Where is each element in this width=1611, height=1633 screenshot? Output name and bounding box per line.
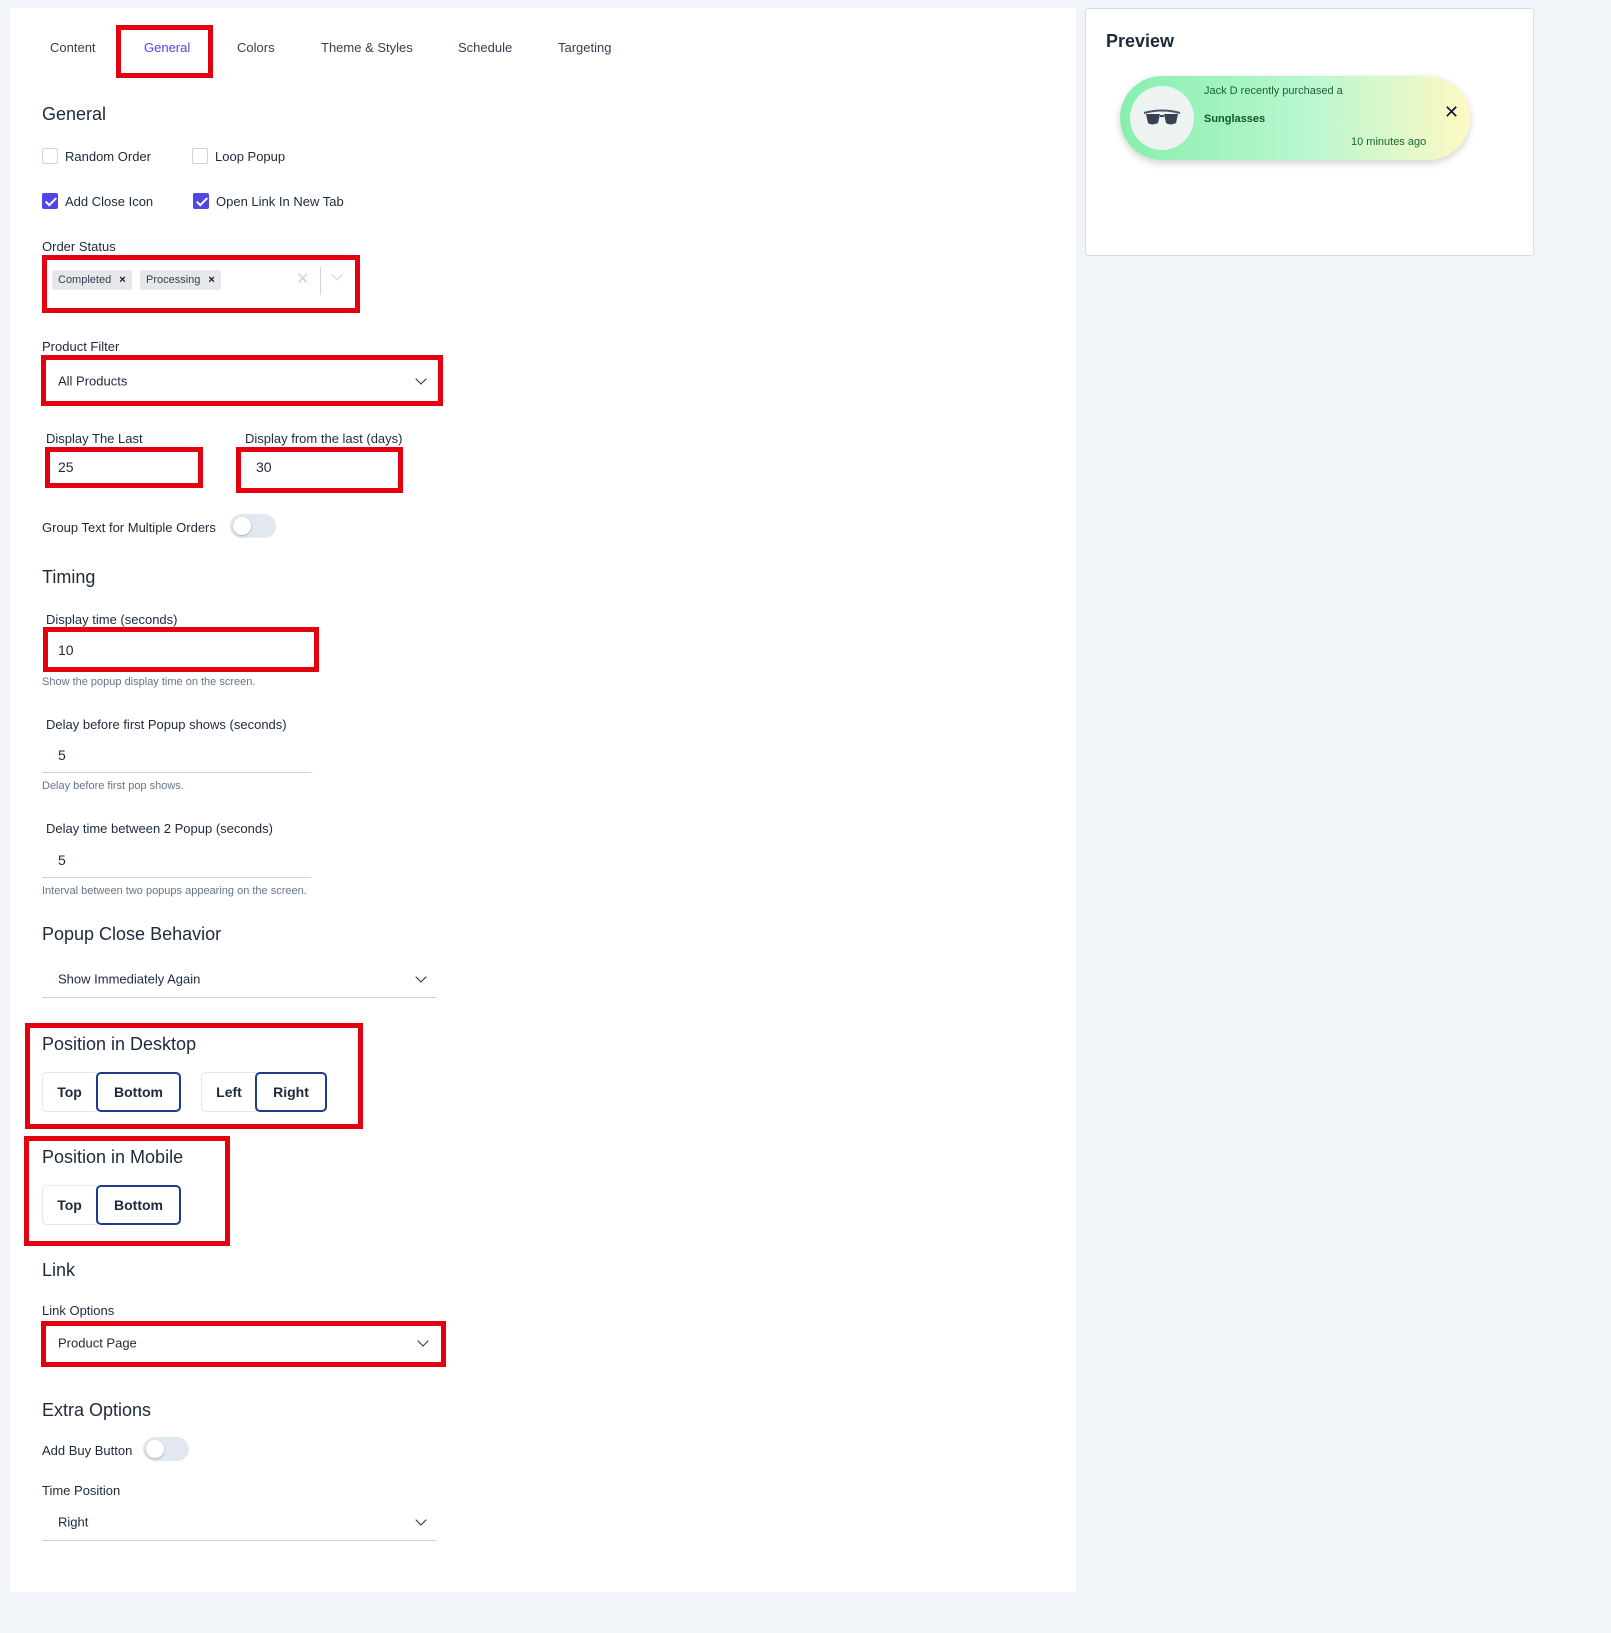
product-filter-label: Product Filter <box>42 339 120 354</box>
chevron-down-icon[interactable] <box>331 269 343 281</box>
display-time-help: Show the popup display time on the scree… <box>42 676 256 688</box>
section-title-position-mobile: Position in Mobile <box>42 1147 184 1167</box>
close-behavior-value: Show Immediately Again <box>58 971 201 986</box>
tab-colors[interactable]: Colors <box>237 40 275 55</box>
display-last-input[interactable]: 25 <box>50 452 196 482</box>
tab-content[interactable]: Content <box>50 40 96 55</box>
time-position-value: Right <box>58 1514 89 1529</box>
sunglasses-icon <box>1143 109 1181 125</box>
loop-popup-label: Loop Popup <box>215 149 286 164</box>
delay-first-input[interactable]: 5 <box>42 737 311 773</box>
open-link-new-tab-checkbox[interactable] <box>193 193 209 209</box>
display-time-label: Display time (seconds) <box>46 612 178 627</box>
random-order-label: Random Order <box>65 149 151 164</box>
display-time-value: 10 <box>58 642 74 658</box>
remove-chip-icon[interactable]: × <box>119 274 125 286</box>
delay-first-help: Delay before first pop shows. <box>42 780 184 792</box>
close-icon[interactable]: ✕ <box>1444 102 1459 123</box>
desktop-right-button[interactable]: Right <box>255 1072 327 1112</box>
display-days-value: 30 <box>256 459 272 475</box>
display-days-input[interactable]: 30 <box>246 452 399 482</box>
section-title-close-behavior: Popup Close Behavior <box>42 924 222 944</box>
popup-product[interactable]: Sunglasses <box>1204 113 1265 125</box>
tab-schedule[interactable]: Schedule <box>458 40 512 55</box>
popup-time: 10 minutes ago <box>1351 136 1427 148</box>
delay-first-label: Delay before first Popup shows (seconds) <box>46 717 287 732</box>
popup-notification[interactable]: Jack D recently purchased a Sunglasses 1… <box>1120 76 1470 160</box>
delay-between-help: Interval between two popups appearing on… <box>42 885 307 897</box>
section-title-extra-options: Extra Options <box>42 1400 152 1420</box>
chevron-down-icon <box>417 1335 429 1347</box>
delay-between-label: Delay time between 2 Popup (seconds) <box>46 821 273 836</box>
desktop-left-button[interactable]: Left <box>201 1072 257 1112</box>
remove-chip-icon[interactable]: × <box>208 274 214 286</box>
clear-icon[interactable]: ✕ <box>296 269 309 289</box>
group-text-toggle[interactable] <box>230 514 276 538</box>
buy-button-toggle[interactable] <box>143 1437 189 1461</box>
popup-message: Jack D recently purchased a <box>1204 85 1343 97</box>
product-filter-select[interactable]: All Products <box>46 362 437 400</box>
time-position-select[interactable]: Right <box>42 1503 437 1541</box>
desktop-top-button[interactable]: Top <box>42 1072 97 1112</box>
display-last-value: 25 <box>58 459 74 475</box>
delay-first-value: 5 <box>58 746 66 763</box>
buy-button-label: Add Buy Button <box>42 1443 133 1458</box>
random-order-checkbox[interactable] <box>42 148 58 164</box>
separator <box>320 267 321 295</box>
group-text-label: Group Text for Multiple Orders <box>42 520 216 535</box>
loop-popup-checkbox[interactable] <box>192 148 208 164</box>
mobile-bottom-button[interactable]: Bottom <box>96 1185 181 1225</box>
link-options-value: Product Page <box>58 1335 137 1351</box>
chevron-down-icon <box>415 1513 427 1526</box>
chip-processing: Processing × <box>140 270 221 290</box>
tab-theme-styles[interactable]: Theme & Styles <box>321 40 413 55</box>
section-title-general: General <box>42 104 107 124</box>
time-position-label: Time Position <box>42 1483 121 1498</box>
order-status-multiselect[interactable]: Completed × Processing × ✕ <box>48 262 353 300</box>
display-last-label: Display The Last <box>46 431 143 446</box>
desktop-bottom-button[interactable]: Bottom <box>96 1072 181 1112</box>
tab-targeting[interactable]: Targeting <box>558 40 611 55</box>
product-filter-value: All Products <box>58 373 128 389</box>
link-options-label: Link Options <box>42 1303 115 1318</box>
section-title-timing: Timing <box>42 567 96 587</box>
delay-between-value: 5 <box>58 851 66 868</box>
chevron-down-icon <box>415 970 427 983</box>
mobile-top-button[interactable]: Top <box>42 1185 97 1225</box>
delay-between-input[interactable]: 5 <box>42 842 311 878</box>
link-options-select[interactable]: Product Page <box>46 1326 439 1360</box>
order-status-label: Order Status <box>42 239 116 254</box>
display-days-label: Display from the last (days) <box>245 431 403 446</box>
product-image <box>1130 86 1194 150</box>
section-title-position-desktop: Position in Desktop <box>42 1034 197 1054</box>
open-link-new-tab-label: Open Link In New Tab <box>216 194 344 209</box>
chip-completed: Completed × <box>52 270 132 290</box>
preview-title: Preview <box>1106 31 1175 51</box>
chevron-down-icon <box>415 373 427 385</box>
close-behavior-select[interactable]: Show Immediately Again <box>42 960 437 998</box>
section-title-link: Link <box>42 1260 76 1280</box>
add-close-icon-label: Add Close Icon <box>65 194 154 209</box>
tab-general[interactable]: General <box>144 40 190 55</box>
display-time-input[interactable]: 10 <box>50 634 310 666</box>
add-close-icon-checkbox[interactable] <box>42 193 58 209</box>
